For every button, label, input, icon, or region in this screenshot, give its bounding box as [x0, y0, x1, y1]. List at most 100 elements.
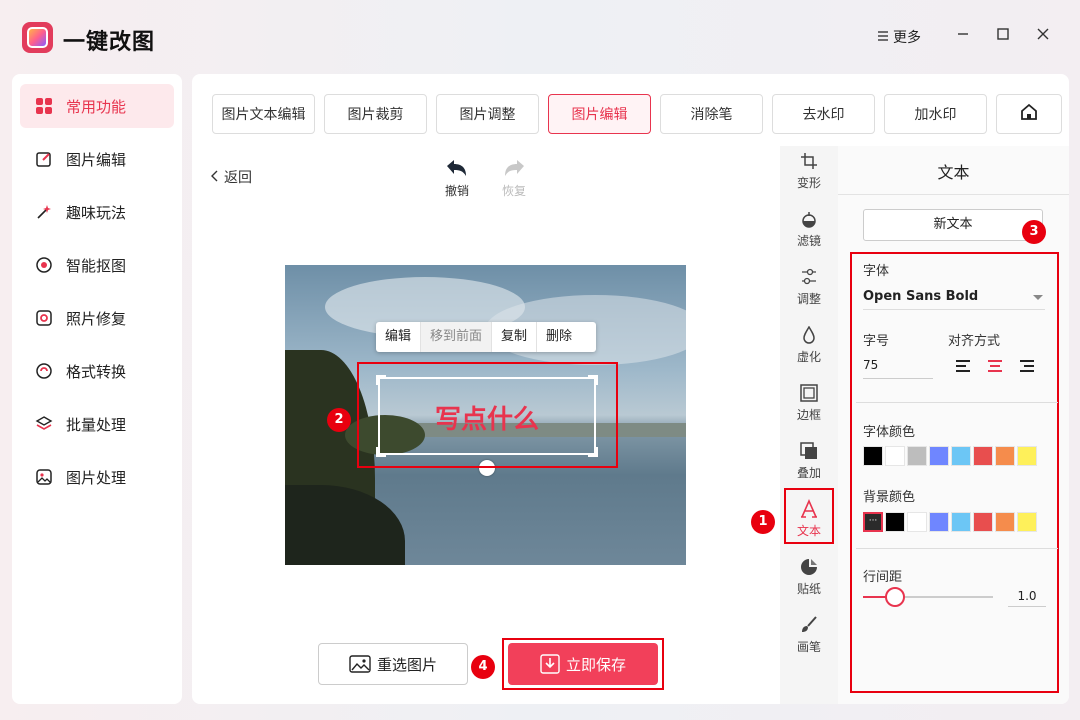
- tool-label: 叠加: [796, 466, 821, 480]
- step-badge-4: 4: [471, 655, 495, 679]
- step-badge-2: 2: [327, 408, 351, 432]
- frame-icon: [799, 383, 819, 403]
- tool-label: 调整: [796, 292, 821, 306]
- font-size-input[interactable]: 75: [863, 353, 933, 379]
- swatch-white[interactable]: [907, 512, 927, 532]
- sticker-icon: [799, 557, 819, 577]
- highlight-text-settings: [850, 252, 1059, 693]
- menu-delete[interactable]: 删除: [537, 322, 581, 352]
- reselect-image-button[interactable]: 重选图片: [318, 643, 468, 685]
- more-button[interactable]: 更多: [877, 27, 921, 47]
- crop-icon: [799, 151, 819, 171]
- menu-copy[interactable]: 复制: [492, 322, 538, 352]
- swatch-orange[interactable]: [995, 446, 1015, 466]
- sidebar-item-cutout[interactable]: 智能抠图: [20, 243, 174, 287]
- sidebar-item-fun[interactable]: 趣味玩法: [20, 190, 174, 234]
- tab-adjust[interactable]: 图片调整: [436, 94, 539, 134]
- sidebar-item-image-process[interactable]: 图片处理: [20, 455, 174, 499]
- swatch-blue[interactable]: [929, 446, 949, 466]
- minimize-icon[interactable]: [951, 24, 975, 48]
- home-icon: [1019, 102, 1039, 126]
- sidebar-item-label: 格式转换: [66, 362, 127, 381]
- swatch-orange[interactable]: [995, 512, 1015, 532]
- tool-blur[interactable]: 虚化: [780, 320, 838, 370]
- swatch-black[interactable]: [885, 512, 905, 532]
- tool-overlay[interactable]: 叠加: [780, 436, 838, 486]
- menu-icon: [877, 30, 889, 46]
- highlight-text-layer: [357, 362, 618, 468]
- target-icon: [35, 256, 53, 274]
- align-center-icon[interactable]: [988, 360, 1004, 374]
- font-color-label: 字体颜色: [863, 425, 916, 440]
- swatch-sky[interactable]: [951, 446, 971, 466]
- align-right-icon[interactable]: [1020, 360, 1036, 374]
- tool-filter[interactable]: 滤镜: [780, 204, 838, 254]
- swatch-yellow[interactable]: [1017, 512, 1037, 532]
- step-badge-3: 3: [1022, 220, 1046, 244]
- new-text-button[interactable]: 新文本: [863, 209, 1043, 241]
- swatch-white[interactable]: [885, 446, 905, 466]
- filter-icon: [799, 209, 819, 229]
- step-badge-1: 1: [751, 510, 775, 534]
- font-color-swatches: [863, 446, 1039, 466]
- swatch-sky[interactable]: [951, 512, 971, 532]
- image-icon: [35, 468, 53, 486]
- chevron-down-icon: [1033, 295, 1043, 300]
- tool-frame[interactable]: 边框: [780, 378, 838, 428]
- highlight-save: [502, 638, 664, 690]
- chevron-left-icon: [210, 170, 224, 186]
- edit-icon: [35, 150, 53, 168]
- tab-eraser[interactable]: 消除笔: [660, 94, 763, 134]
- highlight-text-tool: [784, 488, 834, 544]
- swatch-red[interactable]: [973, 446, 993, 466]
- undo-icon: [445, 160, 469, 181]
- bg-color-label: 背景颜色: [863, 490, 916, 505]
- tab-image-text-edit[interactable]: 图片文本编辑: [212, 94, 315, 134]
- repair-icon: [35, 309, 53, 327]
- menu-edit[interactable]: 编辑: [376, 322, 422, 352]
- tool-brush[interactable]: 画笔: [780, 610, 838, 660]
- tab-image-edit[interactable]: 图片编辑: [548, 94, 651, 134]
- sidebar-item-label: 照片修复: [66, 309, 127, 328]
- title-bar: 一键改图 更多: [0, 0, 1080, 74]
- text-context-menu: 编辑 移到前面 复制 删除: [376, 322, 596, 352]
- redo-button[interactable]: 恢复: [502, 158, 526, 198]
- font-select[interactable]: Open Sans Bold: [863, 286, 1045, 310]
- tool-sticker[interactable]: 贴纸: [780, 552, 838, 602]
- redo-label: 恢复: [501, 184, 526, 198]
- sidebar-item-convert[interactable]: 格式转换: [20, 349, 174, 393]
- back-button[interactable]: 返回: [210, 167, 252, 187]
- tool-adjust[interactable]: 调整: [780, 262, 838, 312]
- swatch-yellow[interactable]: [1017, 446, 1037, 466]
- home-button[interactable]: [996, 94, 1062, 134]
- maximize-icon[interactable]: [991, 24, 1015, 48]
- tool-label: 滤镜: [796, 234, 821, 248]
- sidebar-item-label: 图片编辑: [66, 150, 127, 169]
- size-label: 字号: [863, 334, 890, 349]
- close-icon[interactable]: [1031, 24, 1055, 48]
- app-logo-icon: [22, 22, 53, 53]
- swatch-blue[interactable]: [929, 512, 949, 532]
- align-label: 对齐方式: [948, 334, 1001, 349]
- menu-bring-front[interactable]: 移到前面: [421, 322, 493, 352]
- tab-remove-watermark[interactable]: 去水印: [772, 94, 875, 134]
- tab-add-watermark[interactable]: 加水印: [884, 94, 987, 134]
- reselect-label: 重选图片: [376, 655, 437, 674]
- sidebar-item-repair[interactable]: 照片修复: [20, 296, 174, 340]
- swatch-none-selected[interactable]: ···: [863, 512, 883, 532]
- text-panel: 文本 新文本 3 字体 Open Sans Bold 字号 对齐方式 75 字体…: [838, 146, 1069, 704]
- tab-crop[interactable]: 图片裁剪: [324, 94, 427, 134]
- swatch-red[interactable]: [973, 512, 993, 532]
- undo-button[interactable]: 撤销: [445, 158, 469, 198]
- back-label: 返回: [224, 170, 252, 186]
- swatch-black[interactable]: [863, 446, 883, 466]
- tool-transform[interactable]: 变形: [780, 146, 838, 196]
- sidebar-item-image-edit[interactable]: 图片编辑: [20, 137, 174, 181]
- convert-icon: [35, 362, 53, 380]
- sidebar-item-common[interactable]: 常用功能: [20, 84, 174, 128]
- sidebar-item-label: 图片处理: [66, 468, 127, 487]
- align-left-icon[interactable]: [956, 360, 972, 374]
- swatch-gray[interactable]: [907, 446, 927, 466]
- sidebar-item-batch[interactable]: 批量处理: [20, 402, 174, 446]
- sidebar: 常用功能 图片编辑 趣味玩法 智能抠图 照片修复 格式转换 批量处理 图片处理: [12, 74, 182, 704]
